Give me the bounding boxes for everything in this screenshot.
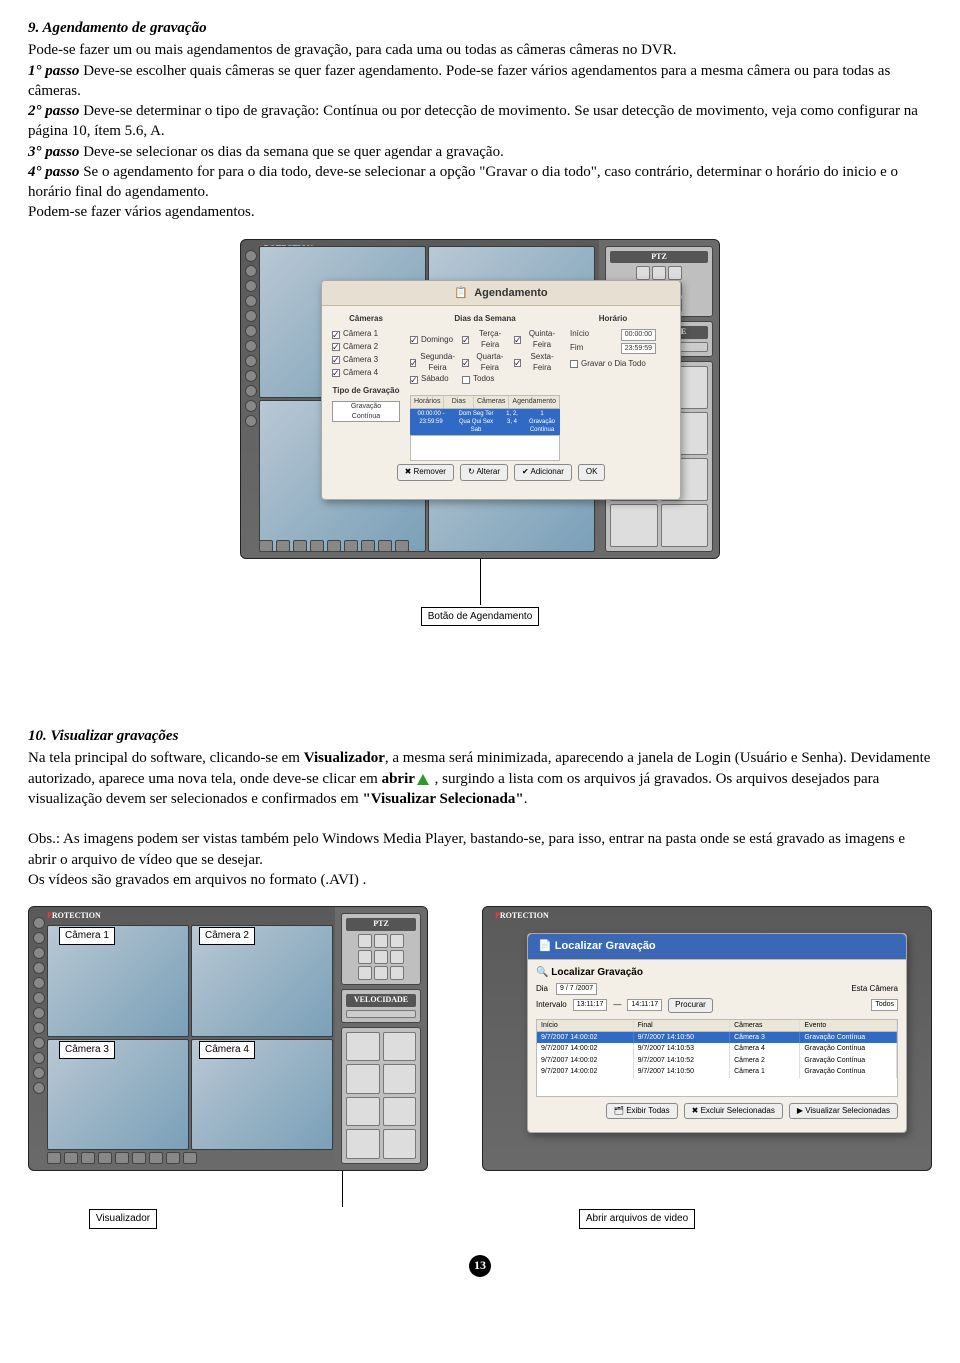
figure-1: PROTECTION PTZ VELOCIDADE (28, 239, 932, 627)
brand-logo-3: PROTECTION (495, 911, 549, 922)
cam-check-3[interactable]: Câmera 3 (332, 355, 400, 366)
cam-1 (47, 925, 189, 1037)
s10-p3: Os vídeos são gravados em arquivos no fo… (28, 870, 932, 890)
dia-todos[interactable]: Todos (462, 374, 508, 385)
dias-title: Dias da Semana (410, 314, 560, 325)
s9-p5: Podem-se fazer vários agendamentos. (28, 202, 932, 222)
dialog2-titlebar: 📄 Localizar Gravação (528, 934, 906, 960)
s10-p1: Na tela principal do software, clicando-… (28, 748, 932, 809)
procurar-button[interactable]: Procurar (668, 998, 713, 1013)
int2-input[interactable]: 14:11:17 (627, 999, 662, 1010)
dia-segunda[interactable]: Segunda-Feira (410, 352, 456, 374)
figure-2: PROTECTION PTZ VELOCIDADE (28, 906, 428, 1229)
dvr-screenshot-1: PROTECTION PTZ VELOCIDADE (240, 239, 720, 559)
dia-sabado[interactable]: Sábado (410, 374, 456, 385)
dvr-screenshot-3: PROTECTION 📄 Localizar Gravação 🔍 Locali… (482, 906, 932, 1171)
dvr-screenshot-2: PROTECTION PTZ VELOCIDADE (28, 906, 428, 1171)
ptz-panel-2: PTZ VELOCIDADE (335, 907, 427, 1170)
table-row[interactable]: 9/7/2007 14:00:029/7/2007 14:10:52Câmera… (537, 1055, 897, 1066)
dia-quinta[interactable]: Quinta-Feira (514, 329, 560, 351)
ptz-control-2[interactable]: PTZ (341, 913, 421, 985)
exibir-todas-button[interactable]: 🗂 Exibir Todas (606, 1103, 678, 1120)
callout-line-1 (480, 559, 481, 605)
dia-terca[interactable]: Terça-Feira (462, 329, 508, 351)
cam-4 (191, 1039, 333, 1151)
dialog-title: 📋 Agendamento (322, 281, 680, 307)
dia-domingo[interactable]: Domingo (410, 329, 456, 351)
table-row[interactable]: 9/7/2007 14:00:029/7/2007 14:10:53Câmera… (537, 1043, 897, 1054)
cam-fieldset-title: Câmeras (332, 314, 400, 325)
step2-label: 2° passo (28, 103, 79, 119)
step4-text: Se o agendamento for para o dia todo, de… (28, 164, 898, 200)
gravar-dia-todo[interactable]: Gravar o Dia Todo (570, 359, 656, 370)
table-row[interactable]: 9/7/2007 14:00:029/7/2007 14:10:50Câmera… (537, 1066, 897, 1077)
locate-dialog: 📄 Localizar Gravação 🔍 Localizar Gravaçã… (527, 933, 907, 1133)
s9-p1: Pode-se fazer um ou mais agendamentos de… (28, 40, 932, 60)
dialog2-heading: 🔍 Localizar Gravação (536, 966, 898, 980)
s9-step3: 3° passo Deve-se selecionar os dias da s… (28, 142, 932, 162)
hora-title: Horário (570, 314, 656, 325)
step3-text: Deve-se selecionar os dias da semana que… (79, 144, 503, 160)
bottom-toolbar[interactable] (259, 538, 595, 554)
s9-step4: 4° passo Se o agendamento for para o dia… (28, 162, 932, 203)
dia-input[interactable]: 9 / 7 /2007 (556, 983, 597, 994)
excluir-button[interactable]: ✖ Excluir Selecionadas (684, 1103, 783, 1120)
figure-3: PROTECTION 📄 Localizar Gravação 🔍 Locali… (482, 906, 932, 1229)
side-buttons (245, 250, 257, 427)
step3-label: 3° passo (28, 144, 79, 160)
fim-input[interactable]: 23:59:59 (621, 343, 656, 354)
s9-step2: 2° passo Deve-se determinar o tipo de gr… (28, 101, 932, 142)
remover-button[interactable]: ✖ Remover (397, 464, 454, 481)
s10-obs: Obs.: As imagens podem ser vistas também… (28, 829, 932, 870)
ok-button[interactable]: OK (578, 464, 606, 481)
dia-quarta[interactable]: Quarta-Feira (462, 352, 508, 374)
step2-text: Deve-se determinar o tipo de gravação: C… (28, 103, 918, 139)
cam-check-2[interactable]: Câmera 2 (332, 342, 400, 353)
page-number: 13 (469, 1255, 491, 1277)
dia-sexta[interactable]: Sexta-Feira (514, 352, 560, 374)
s9-step1: 1° passo Deve-se escolher quais câmeras … (28, 61, 932, 102)
brand-logo-2: PROTECTION (47, 911, 101, 922)
cam-check-1[interactable]: Câmera 1 (332, 329, 400, 340)
todos-select[interactable]: Todos (871, 999, 898, 1010)
schedule-dialog: 📋 Agendamento Câmeras Câmera 1 Câmera 2 … (321, 280, 681, 500)
s10-title: 10. Visualizar gravações (28, 726, 932, 746)
callout-2: Visualizador (89, 1209, 157, 1229)
tipo-select[interactable]: Gravação Contínua (332, 401, 400, 422)
camera-grid-2 (29, 907, 335, 1170)
ptz-title: PTZ (610, 251, 708, 264)
cam-2 (191, 925, 333, 1037)
callout-line-3 (342, 1171, 343, 1207)
adicionar-button[interactable]: ✔ Adicionar (514, 464, 572, 481)
callout-3: Abrir arquivos de video (579, 1209, 695, 1229)
side-buttons-2 (33, 917, 45, 1094)
bottom-toolbar-2[interactable] (47, 1150, 331, 1166)
s9-title: 9. Agendamento de gravação (28, 18, 932, 38)
callout-1: Botão de Agendamento (421, 607, 540, 627)
play-icon (417, 774, 429, 785)
schedule-grid[interactable] (410, 435, 560, 461)
layout-buttons-2[interactable] (341, 1027, 421, 1164)
step1-label: 1° passo (28, 63, 79, 79)
velocity-control-2[interactable]: VELOCIDADE (341, 989, 421, 1023)
step1-text: Deve-se escolher quais câmeras se quer f… (28, 63, 890, 99)
alterar-button[interactable]: ↻ Alterar (460, 464, 508, 481)
visualizar-button[interactable]: ▶ Visualizar Selecionadas (789, 1103, 898, 1120)
step4-label: 4° passo (28, 164, 79, 180)
recordings-grid[interactable]: InícioFinalCâmerasEvento 9/7/2007 14:00:… (536, 1019, 898, 1097)
inicio-input[interactable]: 00:00:00 (621, 329, 656, 340)
table-row[interactable]: 9/7/2007 14:00:029/7/2007 14:10:50Câmera… (537, 1032, 897, 1043)
tipo-title: Tipo de Gravação (332, 386, 400, 397)
section-10: 10. Visualizar gravações Na tela princip… (28, 726, 932, 890)
int1-input[interactable]: 13:11:17 (573, 999, 608, 1010)
section-9: 9. Agendamento de gravação Pode-se fazer… (28, 18, 932, 223)
cam-3 (47, 1039, 189, 1151)
cam-check-4[interactable]: Câmera 4 (332, 368, 400, 379)
